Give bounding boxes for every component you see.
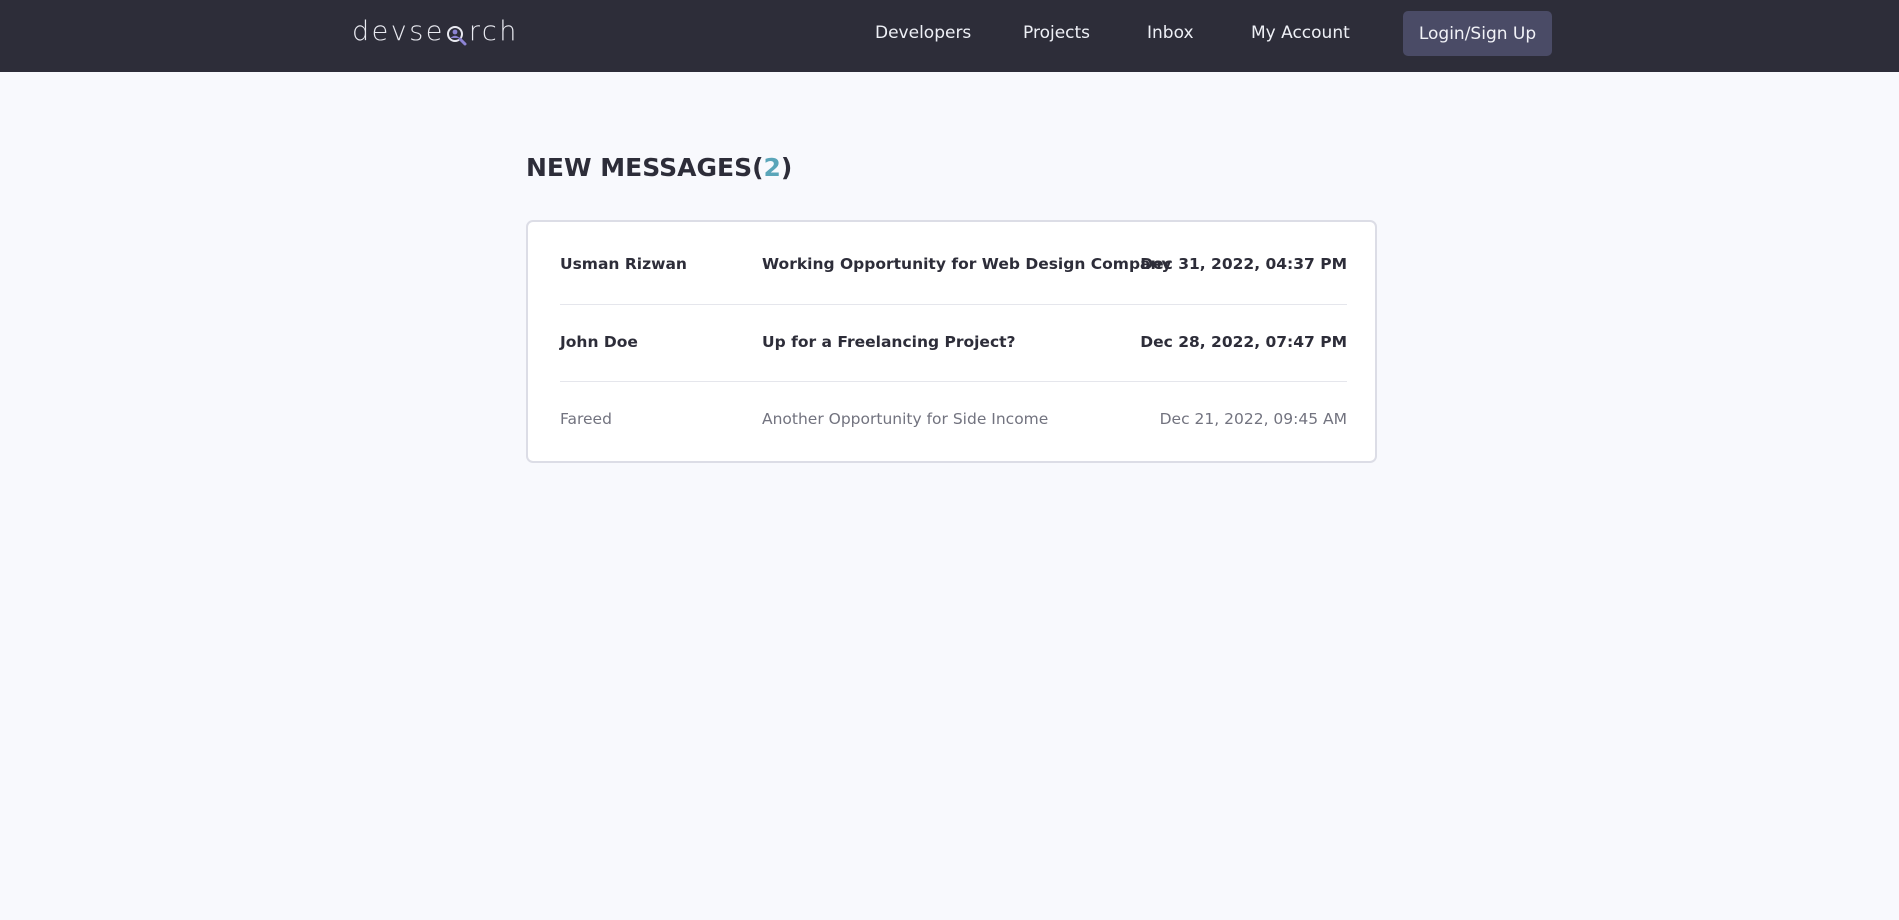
message-subject: Up for a Freelancing Project? (762, 333, 1016, 351)
nav-projects[interactable]: Projects (1023, 23, 1090, 43)
devsearch-logo[interactable]: devse rch (352, 13, 519, 49)
message-sender: John Doe (560, 333, 638, 351)
title-suffix: ) (780, 153, 793, 182)
login-signup-button[interactable]: Login/Sign Up (1403, 11, 1552, 56)
message-subject: Another Opportunity for Side Income (762, 410, 1049, 428)
message-date: Dec 31, 2022, 04:37 PM (1140, 255, 1347, 273)
message-sender: Fareed (560, 410, 612, 428)
message-row[interactable]: John Doe Up for a Freelancing Project? D… (560, 303, 1347, 381)
message-date: Dec 28, 2022, 07:47 PM (1140, 333, 1347, 351)
logo-text-end: rch (468, 15, 519, 47)
message-subject: Working Opportunity for Web Design Compa… (762, 255, 1172, 273)
messages-list: Usman Rizwan Working Opportunity for Web… (526, 220, 1377, 463)
magnifier-user-icon (446, 22, 468, 46)
logo-text-start: devse (352, 15, 445, 47)
message-sender: Usman Rizwan (560, 255, 687, 273)
message-row[interactable]: Fareed Another Opportunity for Side Inco… (560, 380, 1347, 458)
title-prefix: NEW MESSAGES( (526, 153, 764, 182)
message-date: Dec 21, 2022, 09:45 AM (1159, 410, 1347, 428)
unread-count: 2 (763, 153, 781, 182)
nav-my-account[interactable]: My Account (1251, 23, 1350, 43)
nav-inbox[interactable]: Inbox (1147, 23, 1194, 43)
message-row[interactable]: Usman Rizwan Working Opportunity for Web… (560, 225, 1347, 303)
nav-developers[interactable]: Developers (875, 23, 971, 43)
page-title: NEW MESSAGES(2) (526, 153, 792, 182)
top-navbar: devse rch Developers Projects Inbox My A… (0, 0, 1899, 72)
